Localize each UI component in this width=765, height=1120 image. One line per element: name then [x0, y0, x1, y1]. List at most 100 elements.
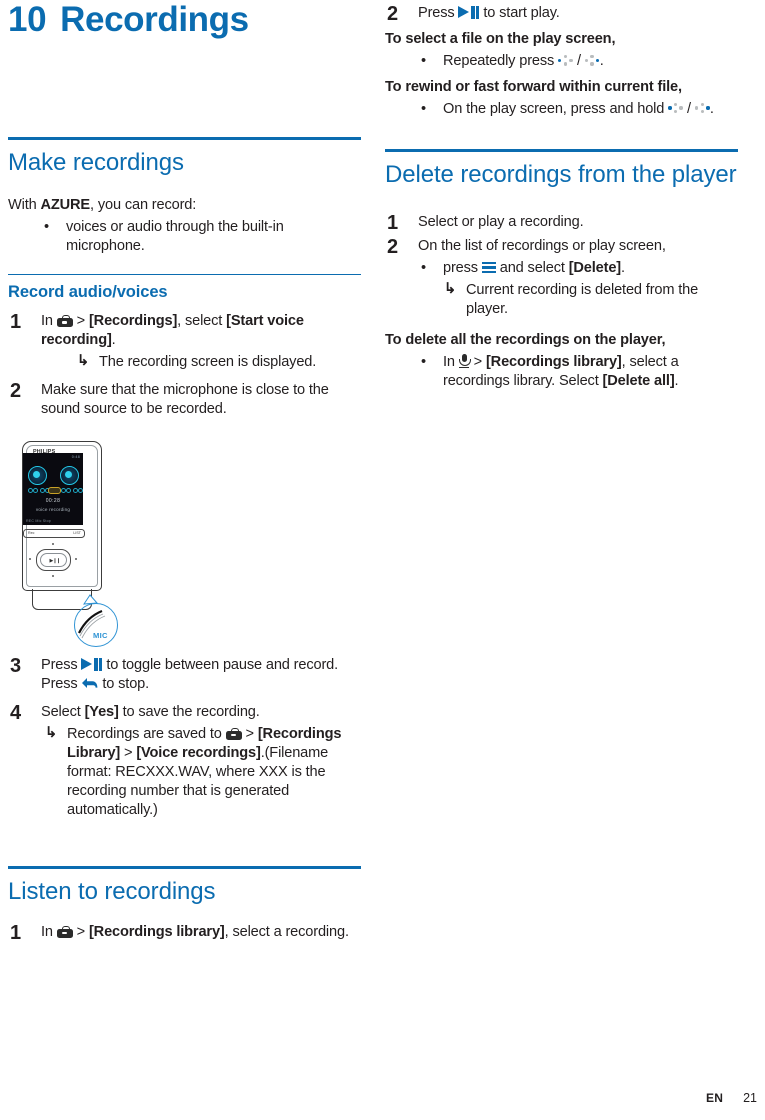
result-text: The recording screen is displayed.: [99, 354, 317, 371]
list-item: • In > [Recordings library], select a re…: [385, 353, 738, 391]
device-illustration: PHILIPS 0:48 00:28 voice recording REC M…: [14, 437, 184, 647]
footer-language: EN: [706, 1091, 724, 1105]
step-number: 2: [387, 3, 398, 25]
step-text: Select: [41, 703, 85, 720]
mic-callout-label: MIC: [93, 631, 108, 640]
result-note: ↳ Recordings are saved to > [Recordings …: [41, 725, 361, 820]
step-text: Press: [418, 5, 459, 21]
bullet-text: press: [443, 260, 482, 277]
screen-elapsed-time: 00:28: [45, 498, 61, 504]
menu-option-delete: [Delete]: [568, 260, 622, 277]
heading-make-recordings: Make recordings: [8, 148, 184, 176]
footer-page-number: 21: [743, 1091, 757, 1105]
section-divider-thick: [8, 136, 361, 140]
bullet-text: and select: [495, 260, 569, 277]
section-divider-thin: [8, 273, 361, 276]
player-play-button: ▶❙❙: [36, 549, 71, 571]
list-item: • press and select [Delete].: [418, 259, 738, 278]
step-text: On the list of recordings or play screen…: [418, 238, 666, 255]
softkey-left-label: Rec: [28, 531, 35, 535]
hamburger-menu-icon: [481, 262, 496, 274]
page-footer: EN 21: [0, 1089, 765, 1107]
nav-pad-left-icon: [558, 54, 573, 66]
player-screen: 0:48 00:28 voice recording REC Mic Stop: [23, 453, 84, 525]
nav-pad-right-icon: [694, 102, 710, 114]
step-text: , select a recording.: [224, 924, 349, 941]
brand-name: AZURE: [40, 197, 91, 214]
bullet-text: On the play screen, press and hold: [443, 100, 669, 117]
nav-pad-right-icon: [584, 54, 600, 66]
step-1: 1 In > [Recordings], select [Start voice…: [8, 311, 361, 372]
play-pause-glyph: ▶❙❙: [49, 557, 61, 564]
step-text: Press: [41, 657, 82, 673]
step-number: 2: [387, 236, 398, 259]
step-2: 2 Make sure that the microphone is close…: [8, 380, 361, 419]
section-divider-thick: [8, 865, 361, 869]
step-text: >: [72, 313, 89, 330]
step-text: In: [41, 924, 57, 941]
briefcase-icon: [56, 926, 73, 939]
result-text: >: [120, 744, 137, 761]
list-item: • On the play screen, press and hold / .: [385, 100, 738, 119]
menu-path-voice-recordings: [Voice recordings]: [136, 744, 261, 761]
menu-path-recordings-library: [Recordings library]: [88, 924, 225, 941]
page-title: 10 Recordings: [8, 0, 361, 39]
nav-pad-left-icon: [668, 102, 683, 114]
subheading-select-file: To select a file on the play screen,: [385, 30, 616, 47]
step-continued-2: 2 Press to start play.: [385, 3, 738, 25]
bullet-text: .: [621, 260, 625, 277]
delete-step-1: 1 Select or play a recording.: [385, 212, 738, 234]
arrow-hook-icon: ↳: [77, 353, 90, 370]
chapter-number: 10: [8, 0, 47, 39]
bullet-text: /: [683, 100, 695, 117]
step-number: 1: [10, 311, 21, 334]
screen-knob-right: [60, 466, 79, 485]
intro-prefix: With: [8, 197, 41, 214]
result-text: Current recording is deleted from the pl…: [466, 282, 699, 318]
subheading-rewind-fast-forward: To rewind or fast forward within current…: [385, 78, 682, 95]
heading-listen-to-recordings: Listen to recordings: [8, 877, 216, 905]
step-text: to save the recording.: [118, 703, 260, 720]
back-arrow-icon: [81, 677, 98, 690]
step-number: 3: [10, 655, 21, 677]
delete-step-2: 2 On the list of recordings or play scre…: [385, 236, 738, 319]
step-text: to stop.: [98, 675, 150, 692]
intro-suffix: , you can record:: [90, 197, 197, 214]
left-column: 10 Recordings Make recordings With AZURE,…: [8, 0, 361, 944]
result-note: ↳ The recording screen is displayed.: [41, 353, 361, 372]
briefcase-icon: [225, 727, 242, 740]
arrow-hook-icon: ↳: [444, 281, 457, 298]
step-number: 4: [10, 701, 21, 724]
bullet-text: .: [599, 52, 604, 69]
list-item: • voices or audio through the built-in m…: [8, 218, 361, 256]
step-number: 2: [10, 380, 21, 403]
screen-knob-left: [28, 466, 47, 485]
step-text: Make sure that the microphone is close t…: [41, 382, 329, 418]
bullet-text: voices or audio through the built-in mic…: [66, 219, 284, 254]
mic-callout-circle: [74, 603, 118, 647]
bullet-dot: •: [421, 52, 426, 69]
play-pause-icon: [81, 658, 103, 671]
step-text: .: [111, 332, 116, 349]
manual-page: 10 Recordings Make recordings With AZURE,…: [0, 0, 765, 1120]
arrow-hook-icon: ↳: [45, 724, 58, 741]
bullet-text: >: [469, 353, 486, 370]
menu-path-recordings: [Recordings]: [88, 313, 178, 330]
result-text: >: [241, 725, 258, 742]
list-item: • Repeatedly press / .: [385, 52, 738, 71]
bullet-dot: •: [421, 260, 426, 277]
step-text: Select or play a recording.: [418, 214, 584, 231]
bullet-text: .: [709, 100, 714, 117]
bullet-text: In: [443, 353, 459, 370]
bullet-dot: •: [421, 353, 426, 370]
play-pause-icon: [458, 6, 480, 19]
step-4: 4 Select [Yes] to save the recording. ↳ …: [8, 701, 361, 820]
intro-paragraph: With AZURE, you can record:: [8, 196, 361, 215]
result-note: ↳ Current recording is deleted from the …: [418, 281, 738, 319]
mic-callout: MIC: [66, 593, 120, 647]
player-softkey-bar: Rec LIST: [23, 529, 85, 538]
bullet-dot: •: [44, 219, 49, 236]
bullet-text: /: [573, 52, 585, 69]
menu-option-yes: [Yes]: [84, 703, 119, 720]
screen-softkeys: REC Mic Stop: [26, 518, 51, 523]
